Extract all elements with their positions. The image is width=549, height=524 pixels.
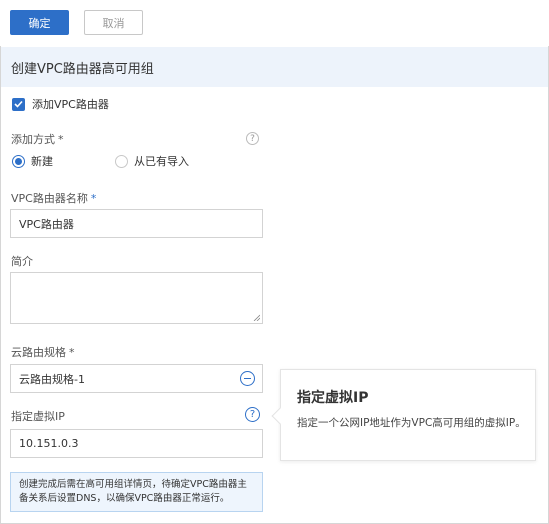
- section-title-text: 创建VPC路由器高可用组: [11, 61, 154, 77]
- tooltip-title: 指定虚拟IP: [297, 390, 369, 406]
- radio-option-import[interactable]: 从已有导入: [115, 153, 189, 169]
- section-title: 创建VPC路由器高可用组: [1, 47, 548, 87]
- cloud-router-spec-label-text: 云路由规格: [11, 346, 66, 359]
- cloud-router-spec-value: 云路由规格-1: [19, 372, 85, 386]
- tooltip-body: 指定一个公网IP地址作为VPC高可用组的虚拟IP。: [297, 417, 526, 429]
- notice-box: 创建完成后需在高可用组详情页，待确定VPC路由器主备关系后设置DNS，以确保VP…: [10, 472, 263, 512]
- add-method-label: 添加方式 *: [11, 131, 64, 147]
- add-vpc-router-checkbox[interactable]: [12, 97, 25, 111]
- confirm-button[interactable]: 确定: [10, 10, 69, 35]
- router-name-input[interactable]: VPC路由器: [10, 209, 263, 238]
- resize-handle-icon[interactable]: [253, 314, 260, 321]
- add-method-label-text: 添加方式: [11, 133, 55, 146]
- radio-new[interactable]: [12, 154, 25, 168]
- radio-import-label: 从已有导入: [134, 155, 189, 168]
- notice-text: 创建完成后需在高可用组详情页，待确定VPC路由器主备关系后设置DNS，以确保VP…: [19, 479, 247, 504]
- router-name-label: VPC路由器名称 *: [11, 190, 96, 206]
- virtual-ip-input[interactable]: 10.151.0.3: [10, 429, 263, 458]
- description-textarea[interactable]: [10, 272, 263, 324]
- cloud-router-spec-label: 云路由规格 *: [11, 344, 75, 360]
- add-vpc-router-label: 添加VPC路由器: [32, 98, 109, 111]
- checkmark-icon: [14, 100, 23, 108]
- router-name-value: VPC路由器: [19, 217, 74, 231]
- router-name-label-text: VPC路由器名称: [11, 192, 88, 205]
- cancel-button[interactable]: 取消: [84, 10, 143, 35]
- required-mark: *: [58, 133, 64, 146]
- remove-circle-icon[interactable]: [240, 371, 255, 386]
- toolbar: 确定 取消: [0, 0, 549, 46]
- description-label: 简介: [11, 255, 33, 268]
- virtual-ip-tooltip: 指定虚拟IP 指定一个公网IP地址作为VPC高可用组的虚拟IP。: [271, 369, 536, 461]
- virtual-ip-help-icon[interactable]: ?: [245, 407, 260, 422]
- add-method-help-icon[interactable]: ?: [246, 132, 259, 145]
- virtual-ip-label: 指定虚拟IP: [11, 410, 65, 423]
- radio-import[interactable]: [115, 154, 128, 168]
- cloud-router-spec-select[interactable]: 云路由规格-1: [10, 364, 263, 393]
- virtual-ip-value: 10.151.0.3: [19, 437, 79, 450]
- required-mark: *: [90, 192, 97, 205]
- radio-option-new[interactable]: 新建: [12, 153, 53, 169]
- required-mark: *: [69, 346, 75, 359]
- radio-new-label: 新建: [31, 155, 53, 168]
- add-vpc-router-checkbox-row[interactable]: 添加VPC路由器: [12, 96, 109, 112]
